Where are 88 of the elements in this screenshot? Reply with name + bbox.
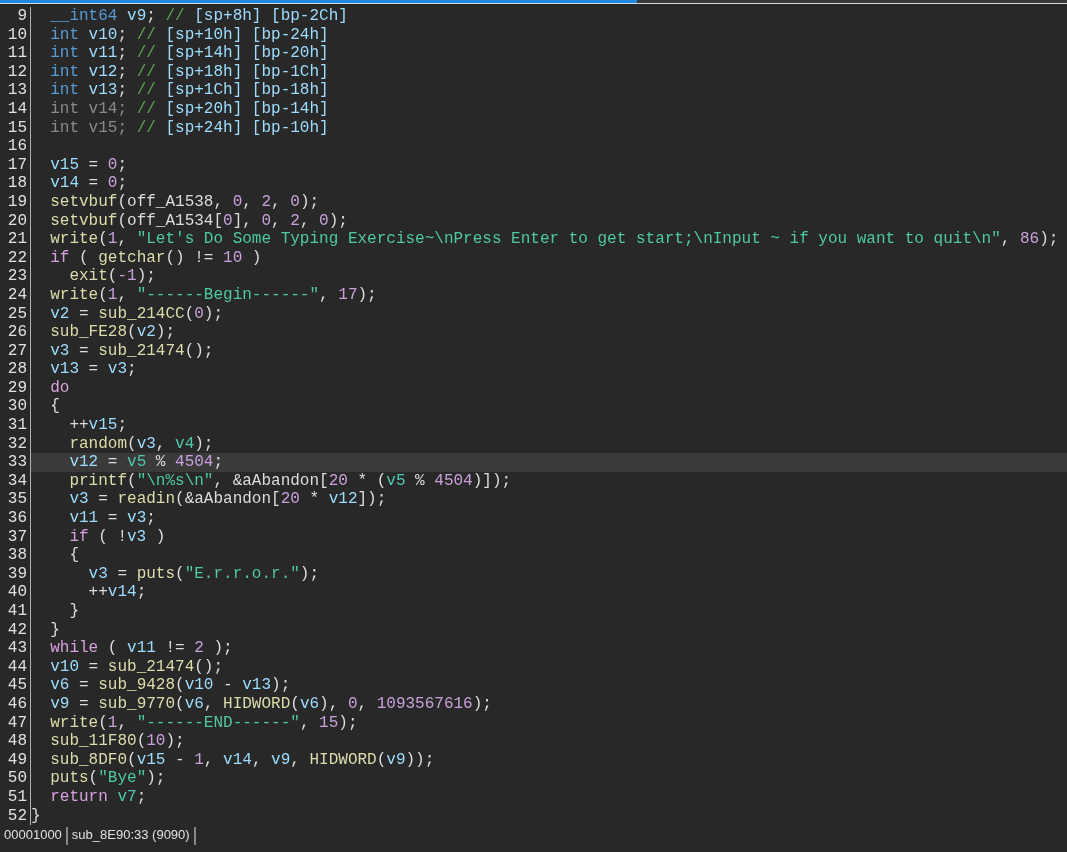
line-number: 29 xyxy=(0,378,31,398)
code-line: return v7; xyxy=(49,787,147,806)
location-label: sub_8E90:33 (9090) xyxy=(67,827,196,846)
code-line: printf("\n%s\n", &aAbandon[20 * (v5 % 4504)]); xyxy=(68,471,512,490)
line-number: 24 xyxy=(0,285,31,305)
line-number: 17 xyxy=(0,155,31,175)
code-line: puts("Bye"); xyxy=(49,769,166,788)
code-line: int v15; // [sp+24h] [bp-10h] xyxy=(49,118,329,137)
code-line: int v14; // [sp+20h] [bp-14h] xyxy=(49,99,329,118)
line-number: 32 xyxy=(0,434,31,454)
line-number: 43 xyxy=(0,639,31,658)
code-line: } xyxy=(49,620,60,639)
code-line: } xyxy=(31,806,41,825)
code-line: v14 = 0; xyxy=(49,174,128,193)
code-line: v3 = sub_21474(); xyxy=(49,341,214,360)
code-line: sub_8DF0(v15 - 1, v14, v9, HIDWORD(v9)); xyxy=(49,750,435,769)
line-number: 9 xyxy=(0,7,31,26)
line-number: 28 xyxy=(0,360,31,379)
line-number: 21 xyxy=(0,230,31,249)
line-number: 34 xyxy=(0,471,31,491)
code-line: { xyxy=(49,397,60,416)
code-line: int v12; // [sp+18h] [bp-1Ch] xyxy=(49,62,329,81)
line-number: 42 xyxy=(0,620,31,640)
code-line: v13 = v3; xyxy=(49,360,137,379)
code-line: exit(-1); xyxy=(68,267,156,286)
line-number: 30 xyxy=(0,397,31,417)
code-line: v12 = v5 % 4504; xyxy=(68,453,224,472)
line-number: 49 xyxy=(0,750,31,770)
line-number: 51 xyxy=(0,787,31,807)
line-number: 37 xyxy=(0,527,31,547)
line-number: 35 xyxy=(0,490,31,510)
line-number: 27 xyxy=(0,341,31,361)
code-line: ++v14; xyxy=(87,583,147,602)
line-number: 23 xyxy=(0,267,31,286)
code-line: v9 = sub_9770(v6, HIDWORD(v6), 0, 1093567616); xyxy=(49,694,492,713)
code-line: v6 = sub_9428(v10 - v13); xyxy=(49,676,291,695)
code-line: int v10; // [sp+10h] [bp-24h] xyxy=(49,25,329,44)
code-line: v10 = sub_21474(); xyxy=(49,657,224,676)
line-number: 19 xyxy=(0,192,31,212)
line-number: 40 xyxy=(0,583,31,602)
line-number: 25 xyxy=(0,304,31,324)
line-number: 45 xyxy=(0,676,31,695)
code-line: if ( !v3 ) xyxy=(68,527,166,546)
code-line: { xyxy=(68,546,79,565)
line-number: 47 xyxy=(0,713,31,733)
code-line: setvbuf(off_A1534[0], 0, 2, 0); xyxy=(49,211,348,230)
line-number: 52 xyxy=(0,806,31,826)
line-number: 48 xyxy=(0,732,31,751)
line-number: 46 xyxy=(0,694,31,714)
address-label: 00001000 xyxy=(0,827,68,846)
line-number: 50 xyxy=(0,769,31,788)
code-line: v2 = sub_214CC(0); xyxy=(49,304,224,323)
line-number: 13 xyxy=(0,81,31,100)
code-line: v15 = 0; xyxy=(49,155,128,174)
line-number: 16 xyxy=(0,137,31,156)
code-line: v11 = v3; xyxy=(68,509,156,528)
code-line: setvbuf(off_A1538, 0, 2, 0); xyxy=(49,192,320,211)
line-number: 38 xyxy=(0,546,31,565)
line-number: 44 xyxy=(0,657,31,677)
code-line: sub_11F80(10); xyxy=(49,732,185,751)
line-number: 12 xyxy=(0,62,31,82)
code-line: do xyxy=(49,378,70,397)
line-number: 10 xyxy=(0,25,31,45)
line-number: 20 xyxy=(0,211,31,231)
line-number: 31 xyxy=(0,416,31,435)
line-number: 22 xyxy=(0,248,31,268)
code-line: while ( v11 != 2 ); xyxy=(49,639,233,658)
code-line: write(1, "------Begin------", 17); xyxy=(49,285,377,304)
line-number: 36 xyxy=(0,509,31,528)
line-number: 14 xyxy=(0,99,31,119)
line-number: 15 xyxy=(0,118,31,138)
line-number: 26 xyxy=(0,323,31,342)
line-number: 39 xyxy=(0,564,31,584)
code-line: if ( getchar() != 10 ) xyxy=(49,248,262,267)
code-line: __int64 v9; // [sp+8h] [bp-2Ch] xyxy=(49,7,348,25)
line-number: 18 xyxy=(0,174,31,193)
code-line: write(1, "Let's Do Some Typing Exercise~\nPress Enter to get start;\nInput ~ if you want to quit\n", 86); xyxy=(49,230,1059,249)
code-line: v3 = puts("E.r.r.o.r."); xyxy=(87,564,320,583)
line-number: 41 xyxy=(0,602,31,621)
code-line: int v13; // [sp+1Ch] [bp-18h] xyxy=(49,81,329,100)
code-line: sub_FE28(v2); xyxy=(49,323,176,342)
code-line: int v11; // [sp+14h] [bp-20h] xyxy=(49,44,329,63)
line-number: 11 xyxy=(0,44,31,63)
code-line: write(1, "------END------", 15); xyxy=(49,713,358,732)
code-line: v3 = readin(&aAbandon[20 * v12]); xyxy=(68,490,387,509)
code-line: ++v15; xyxy=(68,416,128,435)
code-line: } xyxy=(68,602,79,620)
code-line: random(v3, v4); xyxy=(68,434,214,453)
